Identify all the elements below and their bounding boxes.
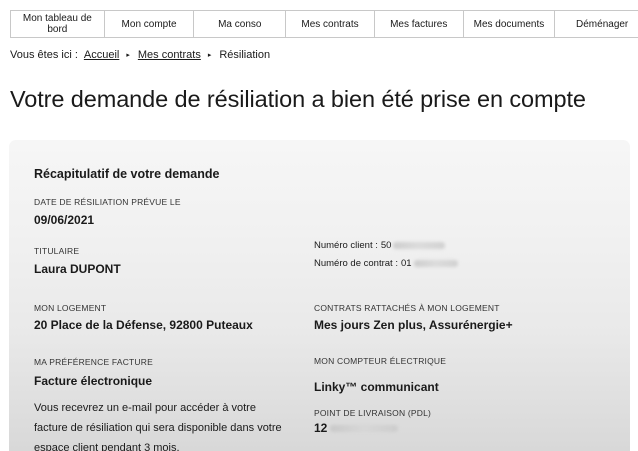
meter-value: Linky™ communicant [314, 380, 439, 394]
page-title: Votre demande de résiliation a bien été … [10, 86, 586, 112]
nav-mes-factures[interactable]: Mes factures [375, 11, 464, 37]
pdl-label: POINT DE LIVRAISON (PDL) [314, 408, 432, 418]
pdl-value: 12 [314, 421, 399, 435]
client-number: Numéro client : 50 [314, 240, 446, 251]
breadcrumb-separator-icon: ▸ [126, 52, 130, 59]
termination-date-value: 09/06/2021 [34, 213, 95, 227]
breadcrumb-current: Résiliation [219, 49, 271, 61]
breadcrumb-prefix: Vous êtes ici : [10, 49, 78, 61]
nav-mon-compte[interactable]: Mon compte [105, 11, 195, 37]
pdl-number: 12 [314, 421, 328, 435]
meter-label: MON COMPTEUR ÉLECTRIQUE [314, 356, 447, 366]
billing-note: Vous recevrez un e-mail pour accéder à v… [34, 402, 282, 451]
holder-label: TITULAIRE [34, 246, 80, 256]
breadcrumb: Vous êtes ici : Accueil ▸ Mes contrats ▸… [10, 49, 270, 61]
client-number-value: 50 [380, 240, 392, 251]
client-number-label: Numéro client : [314, 240, 378, 251]
contract-number-label: Numéro de contrat : [314, 258, 398, 269]
contract-number: Numéro de contrat : 01 [314, 258, 458, 269]
breadcrumb-link-mes-contrats[interactable]: Mes contrats [138, 49, 201, 61]
housing-value: 20 Place de la Défense, 92800 Puteaux [34, 318, 253, 332]
redacted-blur [393, 242, 446, 249]
recap-heading: Récapitulatif de votre demande [34, 167, 220, 181]
nav-tableau-de-bord[interactable]: Mon tableau de bord [11, 11, 105, 37]
recap-panel: Récapitulatif de votre demande DATE DE R… [9, 140, 630, 451]
redacted-blur [413, 260, 458, 267]
housing-label: MON LOGEMENT [34, 303, 107, 313]
nav-demenager[interactable]: Déménager [555, 11, 638, 37]
termination-date-label: DATE DE RÉSILIATION PRÉVUE LE [34, 197, 181, 207]
attached-contracts-value: Mes jours Zen plus, Assurénergie+ [314, 318, 513, 332]
breadcrumb-link-accueil[interactable]: Accueil [84, 49, 119, 61]
main-nav: Mon tableau de bord Mon compte Ma conso … [10, 10, 638, 38]
billing-preference-label: MA PRÉFÉRENCE FACTURE [34, 357, 153, 367]
contract-number-value: 01 [400, 258, 412, 269]
breadcrumb-separator-icon: ▸ [207, 52, 212, 59]
billing-preference-value: Facture électronique [34, 374, 153, 388]
nav-mes-documents[interactable]: Mes documents [464, 11, 556, 37]
nav-mes-contrats[interactable]: Mes contrats [286, 11, 375, 37]
nav-ma-conso[interactable]: Ma conso [194, 11, 287, 37]
redacted-blur [330, 424, 399, 432]
holder-value: Laura DUPONT [34, 262, 121, 276]
attached-contracts-label: CONTRATS RATTACHÉS À MON LOGEMENT [314, 303, 500, 313]
